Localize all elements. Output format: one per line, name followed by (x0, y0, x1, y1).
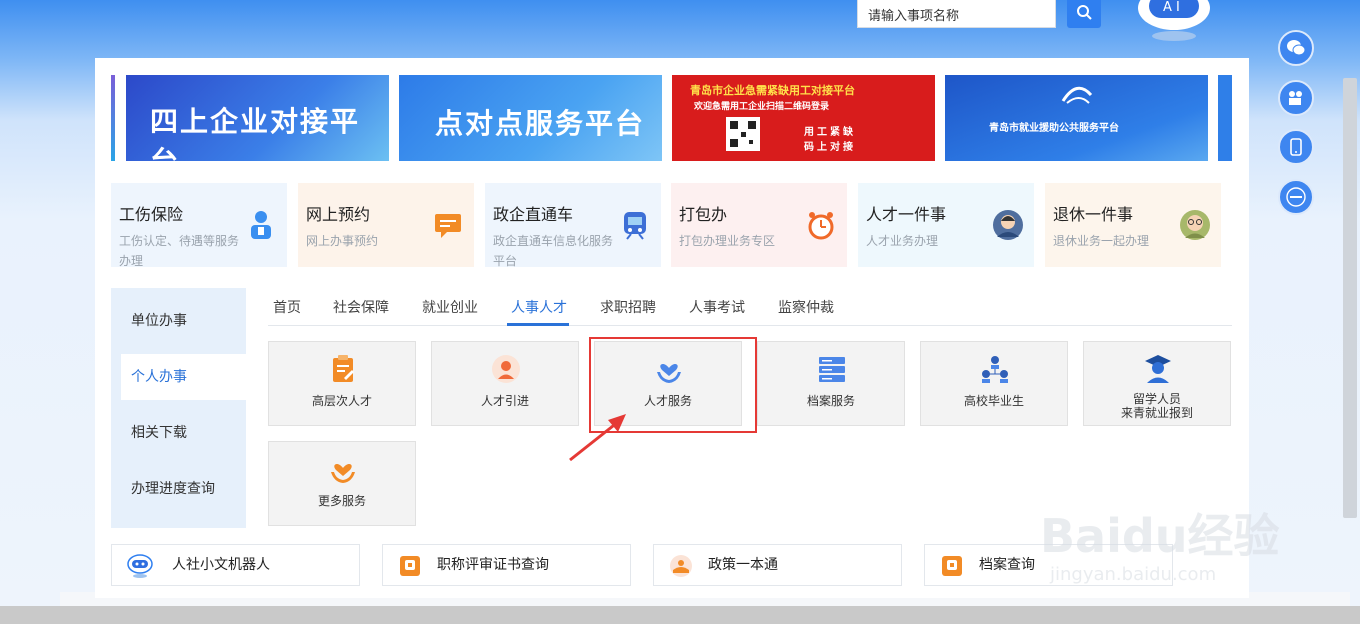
robot-icon (127, 554, 153, 578)
banner-title: 四上企业对接平台 (150, 105, 361, 161)
mobile-phone-icon (1290, 138, 1302, 156)
tile-label: 高层次人才 (311, 394, 372, 408)
tab-shouye[interactable]: 首页 (273, 297, 301, 317)
menu-item-jindu-chaxun[interactable]: 办理进度查询 (111, 466, 246, 512)
certificate-icon (400, 556, 420, 576)
server-stack-icon (819, 357, 845, 382)
tile-label: 更多服务 (317, 494, 366, 508)
card-gongshang-baoxian[interactable]: 工伤保险 工伤认定、待遇等服务办理 (111, 183, 287, 268)
tile-gengduo-fuwu[interactable]: 更多服务 (268, 441, 416, 526)
link-zhicheng-zhengshu[interactable]: 职称评审证书查询 (382, 544, 631, 586)
tile-rencai-yinjin[interactable]: 人才引进 (431, 341, 579, 426)
link-label: 职称评审证书查询 (437, 557, 549, 573)
category-tabs: 首页 社会保障 就业创业 人事人才 求职招聘 人事考试 监察仲裁 (268, 289, 1232, 326)
tile-liuxue-renyuan[interactable]: 留学人员 来青就业报到 (1083, 341, 1231, 426)
tab-shehui-baozhang[interactable]: 社会保障 (333, 297, 389, 317)
graduate-icon (1145, 355, 1171, 383)
tab-jiancha-zhongcai[interactable]: 监察仲裁 (778, 297, 834, 317)
video-button[interactable] (1278, 80, 1314, 116)
card-desc: 网上办事预约 (306, 234, 379, 248)
alarm-clock-icon (808, 212, 834, 240)
search-icon (1077, 5, 1092, 20)
banner-title: 点对点服务平台 (435, 107, 646, 140)
banner-edge-right (1218, 75, 1232, 161)
archive-icon (942, 556, 962, 576)
person-badge-icon (492, 355, 520, 383)
card-dabaoban[interactable]: 打包办 打包办理业务专区 (671, 183, 847, 267)
baidu-watermark: Baidu经验 jingyan.baidu.com (1040, 480, 1300, 600)
tab-qiuzhi-zhaopin[interactable]: 求职招聘 (600, 297, 656, 317)
banner-title: 青岛市就业援助公共服务平台 (989, 123, 1119, 134)
svg-text:A I: A I (1163, 0, 1180, 15)
horizontal-scrollbar[interactable] (0, 606, 1360, 624)
logo-icon (1061, 86, 1093, 104)
tile-gaoxiao-biyesheng[interactable]: 高校毕业生 (920, 341, 1068, 426)
card-tuixiu-yijianshi[interactable]: 退休一件事 退休业务一起办理 (1045, 183, 1221, 267)
watermark-brand: Baidu经验 (1040, 509, 1280, 563)
left-menu: 单位办事 个人办事 相关下载 办理进度查询 (111, 288, 246, 528)
watermark-url: jingyan.baidu.com (1050, 564, 1217, 585)
link-label: 档案查询 (979, 557, 1035, 573)
tile-label: 档案服务 (806, 394, 855, 408)
card-desc: 打包办理业务专区 (679, 234, 776, 248)
card-desc: 退休业务一起办理 (1053, 234, 1150, 248)
worker-icon (251, 211, 271, 239)
banner-jiuye-yuanzhu[interactable]: 青岛市就业援助公共服务平台 (945, 75, 1208, 161)
tab-renshi-rencai[interactable]: 人事人才 (511, 297, 567, 317)
tile-label: 留学人员 来青就业报到 (1084, 392, 1230, 420)
elder-avatar-icon (1180, 210, 1210, 240)
menu-item-geren[interactable]: 个人办事 (121, 354, 246, 400)
card-wangshang-yuyue[interactable]: 网上预约 网上办事预约 (298, 183, 474, 267)
tile-label-line2: 来青就业报到 (1120, 406, 1193, 420)
clipboard-icon (333, 355, 354, 382)
app-logo-icon (1286, 187, 1306, 207)
banner-tagline: 用工紧缺 (804, 127, 856, 138)
tile-gaocengci-rencai[interactable]: 高层次人才 (268, 341, 416, 426)
tile-dangan-fuwu[interactable]: 档案服务 (757, 341, 905, 426)
tile-label-line1: 留学人员 (1132, 392, 1181, 406)
video-camera-icon (1289, 91, 1302, 105)
service-app-button[interactable] (1278, 179, 1314, 215)
search-input[interactable]: 请输入事项名称 (857, 0, 1056, 28)
vertical-scrollbar[interactable] (1343, 78, 1357, 518)
arrow-annotation-icon (569, 414, 626, 462)
message-icon (435, 214, 461, 238)
link-renshe-robot[interactable]: 人社小文机器人 (111, 544, 360, 586)
people-network-icon (982, 356, 1008, 383)
menu-item-xiangguan-xiazai[interactable]: 相关下载 (111, 410, 246, 456)
banner-jixu-yonggong[interactable]: 青岛市企业急需紧缺用工对接平台 欢迎急需用工企业扫描二维码登录 用工紧缺 码上对… (672, 75, 935, 161)
wechat-button[interactable] (1278, 30, 1314, 66)
heart-hands-icon (331, 463, 355, 483)
tab-renshi-kaoshi[interactable]: 人事考试 (689, 297, 745, 317)
card-desc: 政企直通车信息化服务平台 (493, 234, 614, 268)
active-tab-indicator (507, 323, 569, 326)
policy-icon (670, 555, 692, 577)
banner-tagline: 码上对接 (804, 142, 856, 153)
link-label: 人社小文机器人 (172, 557, 270, 573)
tab-jiuye-chuangye[interactable]: 就业创业 (422, 297, 478, 317)
link-zhengce-yibentong[interactable]: 政策一本通 (653, 544, 902, 586)
qr-code-image (726, 117, 760, 151)
banner-edge-left (111, 75, 115, 161)
card-rencai-yijianshi[interactable]: 人才一件事 人才业务办理 (858, 183, 1034, 267)
card-desc: 人才业务办理 (866, 234, 939, 248)
tile-label: 人才引进 (480, 394, 529, 408)
person-avatar-icon (993, 210, 1023, 240)
wechat-icon (1287, 40, 1306, 56)
tile-label: 高校毕业生 (963, 394, 1024, 408)
banner-diandui[interactable]: 点对点服务平台 (399, 75, 662, 161)
mobile-button[interactable] (1278, 129, 1314, 165)
banner-sishang[interactable]: 四上企业对接平台 (126, 75, 389, 161)
link-label: 政策一本通 (708, 557, 778, 573)
banner-subtitle: 欢迎急需用工企业扫描二维码登录 (694, 102, 830, 112)
card-desc: 工伤认定、待遇等服务办理 (119, 234, 240, 268)
card-zhengqi-zhitongche[interactable]: 政企直通车 政企直通车信息化服务平台 (485, 183, 661, 268)
train-icon (624, 212, 646, 240)
banner-title: 青岛市企业急需紧缺用工对接平台 (690, 84, 855, 97)
menu-item-danwei[interactable]: 单位办事 (111, 298, 246, 344)
ai-robot-icon[interactable]: A I (1135, 0, 1213, 42)
search-button[interactable] (1067, 0, 1101, 28)
